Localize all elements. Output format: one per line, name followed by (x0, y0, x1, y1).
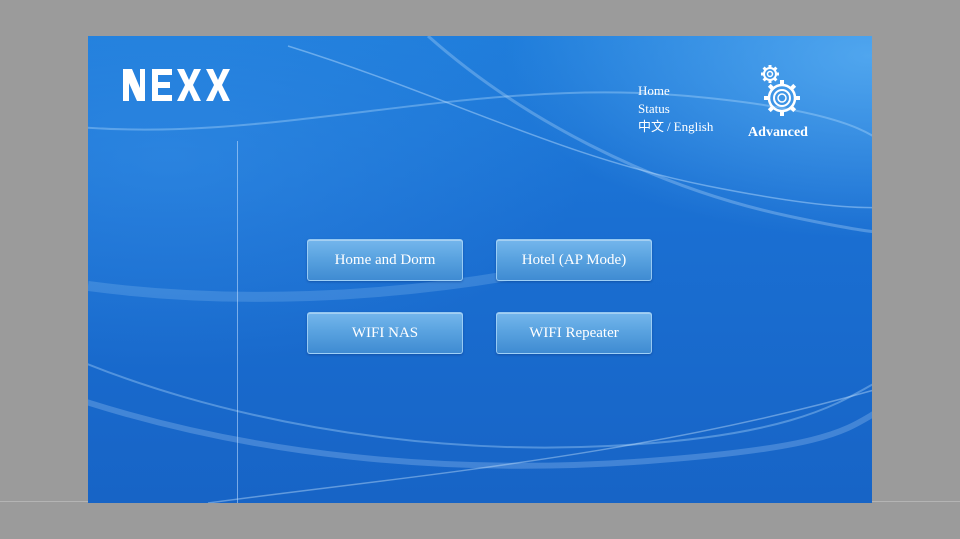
home-link[interactable]: Home (638, 82, 713, 100)
top-nav: Home Status 中文 / English (638, 82, 713, 136)
advanced-label: Advanced (748, 125, 808, 140)
nexx-logo (123, 69, 230, 101)
hotel-ap-mode-button[interactable]: Hotel (AP Mode) (496, 239, 652, 281)
wifi-nas-button[interactable]: WIFI NAS (307, 312, 463, 354)
advanced-button[interactable]: Advanced (740, 62, 816, 141)
status-link[interactable]: Status (638, 100, 713, 118)
home-and-dorm-button[interactable]: Home and Dorm (307, 239, 463, 281)
language-switcher: 中文 / English (638, 118, 713, 136)
page: Home Status 中文 / English Advanced Home a… (0, 0, 960, 539)
lang-chinese-link[interactable]: 中文 (638, 119, 664, 134)
lang-english-link[interactable]: English (674, 119, 714, 134)
sidebar-divider (237, 141, 238, 503)
lang-separator: / (667, 119, 671, 134)
gears-icon (761, 65, 800, 116)
router-panel: Home Status 中文 / English Advanced Home a… (88, 36, 872, 503)
wifi-repeater-button[interactable]: WIFI Repeater (496, 312, 652, 354)
